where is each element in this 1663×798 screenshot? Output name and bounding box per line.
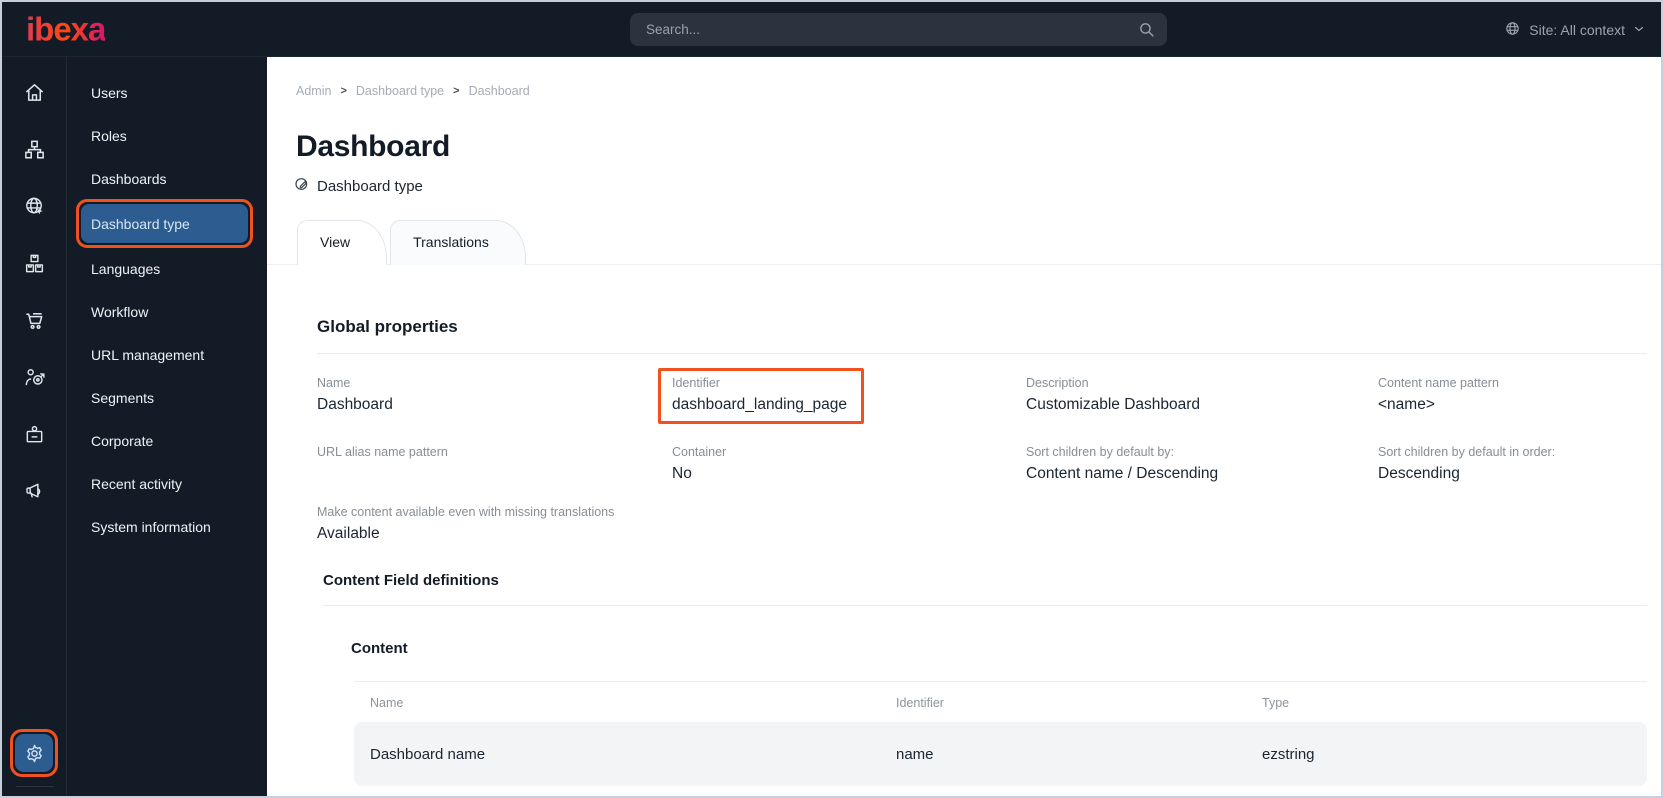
sidebar-item-system-information[interactable]: System information bbox=[67, 505, 267, 548]
content-structure-icon[interactable] bbox=[2, 127, 67, 171]
globe-icon bbox=[1504, 20, 1521, 40]
sidebar-item-corporate[interactable]: Corporate bbox=[67, 419, 267, 462]
column-header-identifier: Identifier bbox=[896, 696, 944, 710]
global-properties-grid: Name Dashboard Identifier dashboard_land… bbox=[317, 368, 1647, 544]
divider bbox=[354, 681, 1647, 682]
sidebar-item-url-management[interactable]: URL management bbox=[67, 333, 267, 376]
ibexa-logo[interactable]: ibexa bbox=[26, 13, 106, 46]
sidebar-item-roles[interactable]: Roles bbox=[67, 114, 267, 157]
content-type-label: Dashboard type bbox=[317, 177, 423, 195]
commerce-icon[interactable] bbox=[2, 298, 67, 342]
breadcrumb: Admin > Dashboard type > Dashboard bbox=[296, 84, 1661, 98]
cell-field-identifier: name bbox=[896, 745, 934, 763]
field-name: Name Dashboard bbox=[317, 376, 393, 413]
breadcrumb-admin[interactable]: Admin bbox=[296, 84, 331, 98]
sidebar-item-languages[interactable]: Languages bbox=[67, 247, 267, 290]
table-header-row: Name Identifier Type bbox=[354, 696, 1647, 710]
tab-panel: Global properties Name Dashboard Identif… bbox=[267, 264, 1661, 786]
top-bar: ibexa Site: All context bbox=[2, 2, 1661, 57]
content-field-definitions-heading: Content Field definitions bbox=[323, 572, 499, 589]
sidebar-item-segments[interactable]: Segments bbox=[67, 376, 267, 419]
content-field-definitions-section: Content Field definitions Content Name I… bbox=[317, 572, 1647, 786]
settings-gear-icon[interactable] bbox=[15, 734, 53, 772]
field-container: Container No bbox=[672, 445, 727, 482]
tab-bar: View Translations bbox=[297, 220, 1661, 265]
column-header-name: Name bbox=[370, 696, 404, 710]
tab-view[interactable]: View bbox=[297, 220, 388, 265]
divider bbox=[323, 605, 1647, 606]
breadcrumb-dashboard-type[interactable]: Dashboard type bbox=[356, 84, 444, 98]
ibexa-admin-window: ibexa Site: All context bbox=[0, 0, 1663, 798]
field-sort-children-by: Sort children by default by: Content nam… bbox=[1026, 445, 1219, 482]
product-catalog-icon[interactable] bbox=[2, 241, 67, 285]
identifier-highlight-box: Identifier dashboard_landing_page bbox=[658, 368, 864, 424]
site-icon[interactable] bbox=[2, 184, 67, 228]
personalization-icon[interactable] bbox=[2, 355, 67, 399]
global-search bbox=[630, 13, 1167, 46]
sidebar-item-dashboard-type[interactable]: Dashboard type bbox=[81, 204, 248, 243]
home-icon[interactable] bbox=[2, 70, 67, 114]
field-content-name-pattern: Content name pattern <name> bbox=[1378, 376, 1499, 413]
breadcrumb-separator: > bbox=[340, 85, 347, 97]
cell-field-type: ezstring bbox=[1262, 745, 1315, 763]
settings-highlight-box bbox=[10, 729, 58, 777]
sidebar-item-recent-activity[interactable]: Recent activity bbox=[67, 462, 267, 505]
divider bbox=[317, 353, 1647, 354]
field-url-alias-name-pattern: URL alias name pattern bbox=[317, 445, 448, 459]
site-context-selector[interactable]: Site: All context bbox=[1504, 2, 1645, 57]
site-context-label: Site: All context bbox=[1529, 21, 1625, 38]
corporate-account-icon[interactable] bbox=[2, 412, 67, 456]
sidebar-item-users[interactable]: Users bbox=[67, 71, 267, 114]
global-properties-heading: Global properties bbox=[317, 317, 458, 336]
tab-translations[interactable]: Translations bbox=[390, 220, 526, 265]
sidebar-item-workflow[interactable]: Workflow bbox=[67, 290, 267, 333]
cell-field-name: Dashboard name bbox=[370, 745, 486, 763]
page-title: Dashboard bbox=[296, 130, 450, 163]
field-sort-children-order: Sort children by default in order: Desce… bbox=[1378, 445, 1556, 482]
chevron-down-icon bbox=[1633, 22, 1645, 38]
content-group-heading: Content bbox=[351, 640, 408, 657]
app-body: Users Roles Dashboards Dashboard type La… bbox=[2, 57, 1661, 796]
content-type-subtitle: Dashboard type bbox=[294, 176, 1661, 196]
rail-divider bbox=[16, 786, 54, 787]
content-group: Content Name Identifier Type Dashboard n… bbox=[323, 640, 1647, 786]
breadcrumb-dashboard: Dashboard bbox=[468, 84, 530, 98]
search-icon[interactable] bbox=[1138, 21, 1155, 43]
table-row: Dashboard name name ezstring bbox=[354, 722, 1647, 786]
content-type-icon bbox=[294, 176, 310, 196]
column-header-type: Type bbox=[1262, 696, 1290, 710]
breadcrumb-separator: > bbox=[453, 85, 460, 97]
field-definitions-table: Name Identifier Type Dashboard name name… bbox=[354, 696, 1647, 786]
field-missing-translations: Make content available even with missing… bbox=[317, 505, 615, 542]
dashboard-type-highlight-box: Dashboard type bbox=[76, 199, 253, 248]
sidebar-item-dashboards[interactable]: Dashboards bbox=[67, 157, 267, 200]
search-input[interactable] bbox=[630, 13, 1167, 46]
field-description: Description Customizable Dashboard bbox=[1026, 376, 1201, 413]
promotions-icon[interactable] bbox=[2, 469, 67, 513]
field-identifier: Identifier dashboard_landing_page bbox=[658, 368, 1026, 424]
admin-menu: Users Roles Dashboards Dashboard type La… bbox=[67, 57, 267, 796]
icon-rail bbox=[2, 57, 67, 796]
main-content: Admin > Dashboard type > Dashboard Dashb… bbox=[267, 57, 1661, 796]
